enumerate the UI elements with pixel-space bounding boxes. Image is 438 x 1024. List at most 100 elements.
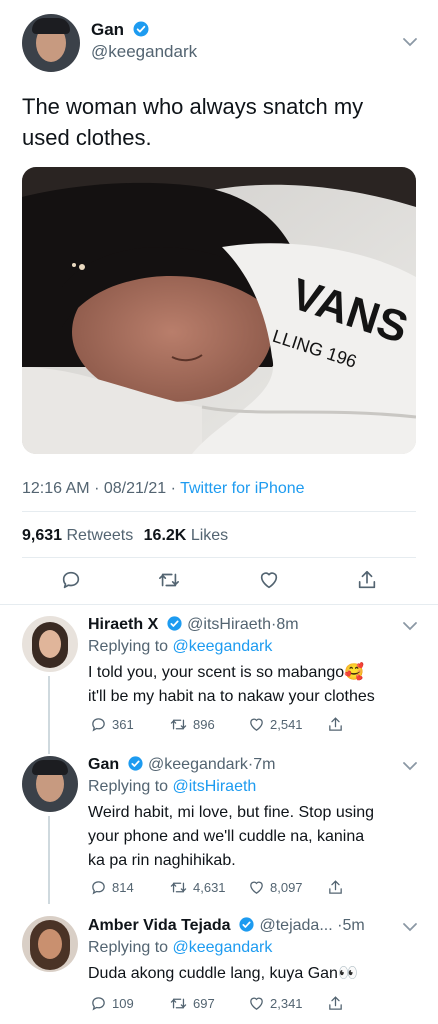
- heart-icon: [250, 718, 263, 731]
- reply-text-line: your phone and we'll cuddle na, kanina: [88, 828, 365, 845]
- verified-badge-icon: [239, 917, 254, 932]
- avatar-face: [38, 929, 62, 959]
- reply-text: I told you, your scent is so mabango🥰 it…: [88, 661, 418, 709]
- tweet-source[interactable]: Twitter for iPhone: [180, 480, 305, 497]
- share-button[interactable]: [327, 716, 357, 733]
- retweet-button[interactable]: 896: [169, 716, 248, 733]
- share-icon[interactable]: [356, 569, 378, 591]
- author-name[interactable]: Gan: [91, 20, 124, 39]
- retweet-icon[interactable]: [157, 569, 181, 591]
- like-count: 2,541: [270, 717, 303, 732]
- share-button[interactable]: [327, 995, 357, 1012]
- author-name-row: Gan: [91, 20, 150, 40]
- replying-to-handle[interactable]: @keegandark: [173, 638, 273, 655]
- like-count: 8,097: [270, 880, 303, 895]
- reply-author-name[interactable]: Gan: [88, 756, 119, 773]
- reply-text-line: I told you, your scent is so mabango🥰: [88, 664, 365, 681]
- reply-icon[interactable]: [60, 569, 82, 591]
- retweet-icon: [170, 882, 187, 893]
- reply-author-name[interactable]: Hiraeth X: [88, 616, 158, 633]
- reply-text-line: Weird habit, mi love, but fine. Stop usi…: [88, 804, 375, 821]
- meta-divider: [22, 511, 416, 512]
- reply-author-handle[interactable]: @keegandark: [148, 756, 248, 773]
- reply-action-bar: 361 896 2,541: [90, 716, 357, 733]
- chevron-down-icon[interactable]: [402, 761, 418, 771]
- replying-label: Replying to: [88, 778, 169, 795]
- reply-author-handle[interactable]: @itsHiraeth: [187, 616, 271, 633]
- reply-button[interactable]: 814: [90, 879, 169, 896]
- reply-header: Amber Vida Tejada @tejada... ·5m: [88, 916, 365, 935]
- replying-to-handle[interactable]: @keegandark: [173, 939, 273, 956]
- like-count: 2,341: [270, 996, 303, 1011]
- chevron-down-icon[interactable]: [402, 37, 418, 47]
- reply-author-name[interactable]: Amber Vida Tejada: [88, 917, 231, 934]
- like-button[interactable]: 2,341: [248, 995, 327, 1012]
- avatar-hair: [32, 18, 70, 34]
- reply-avatar[interactable]: [22, 616, 78, 672]
- replying-label: Replying to: [88, 939, 169, 956]
- reply-count: 109: [112, 996, 134, 1011]
- tweet-stats: 9,631 Retweets 16.2K Likes: [22, 527, 228, 545]
- author-avatar[interactable]: [22, 14, 80, 72]
- like-button[interactable]: 8,097: [248, 879, 327, 896]
- reply-icon: [92, 997, 105, 1011]
- retweet-button[interactable]: 4,631: [169, 879, 248, 896]
- verified-badge-icon: [133, 21, 149, 37]
- tweet-time: 12:16 AM: [22, 480, 90, 497]
- replying-to-handle[interactable]: @itsHiraeth: [173, 778, 257, 795]
- reply-header: Gan @keegandark·7m: [88, 755, 275, 774]
- reply-author-handle[interactable]: @tejada...: [259, 917, 332, 934]
- share-icon: [329, 880, 342, 894]
- tweet-bottom-divider: [0, 604, 438, 605]
- share-button[interactable]: [327, 879, 357, 896]
- retweet-icon: [170, 719, 187, 730]
- reply-action-bar: 109 697 2,341: [90, 995, 357, 1012]
- verified-badge-icon: [167, 616, 182, 631]
- replying-to: Replying to @itsHiraeth: [88, 778, 256, 796]
- heart-icon[interactable]: [258, 569, 280, 591]
- reply-header: Hiraeth X @itsHiraeth·8m: [88, 615, 299, 634]
- replying-to: Replying to @keegandark: [88, 939, 272, 957]
- retweets-count[interactable]: 9,631: [22, 527, 62, 544]
- replying-label: Replying to: [88, 638, 169, 655]
- reply-action-bar: 814 4,631 8,097: [90, 879, 357, 896]
- reply-icon: [92, 718, 105, 732]
- chevron-down-icon[interactable]: [402, 621, 418, 631]
- meta-dot: ·: [170, 480, 176, 497]
- avatar-hair: [32, 760, 68, 775]
- reply-text: Weird habit, mi love, but fine. Stop usi…: [88, 801, 418, 873]
- tweet-date: 08/21/21: [103, 480, 167, 497]
- retweets-label[interactable]: Retweets: [67, 527, 134, 544]
- meta-dot: ·: [94, 480, 100, 497]
- reply-button[interactable]: 361: [90, 716, 169, 733]
- thread-line: [48, 676, 50, 754]
- share-icon: [329, 996, 342, 1010]
- reply-count: 814: [112, 880, 134, 895]
- retweet-icon: [170, 998, 187, 1009]
- reply-text-line: it'll be my habit na to nakaw your cloth…: [88, 688, 375, 705]
- likes-count[interactable]: 16.2K: [144, 527, 187, 544]
- tweet-text: The woman who always snatch my used clot…: [22, 94, 364, 150]
- reply-time: 5m: [342, 917, 365, 934]
- reply-text-line: Duda akong cuddle lang, kuya Gan👀: [88, 965, 358, 982]
- reply-button[interactable]: 109: [90, 995, 169, 1012]
- like-button[interactable]: 2,541: [248, 716, 327, 733]
- reply-time: 8m: [276, 616, 299, 633]
- heart-icon: [250, 997, 263, 1010]
- tweet-photo[interactable]: VANS LLING 196: [22, 167, 416, 454]
- reply-avatar[interactable]: [22, 916, 78, 972]
- tweet-meta: 12:16 AM · 08/21/21 · Twitter for iPhone: [22, 480, 305, 498]
- verified-badge-icon: [127, 756, 143, 771]
- likes-label[interactable]: Likes: [191, 527, 228, 544]
- thread-line: [48, 816, 50, 904]
- replying-to: Replying to @keegandark: [88, 638, 272, 656]
- retweet-button[interactable]: 697: [169, 995, 248, 1012]
- retweet-count: 4,631: [193, 880, 226, 895]
- reply-avatar[interactable]: [22, 756, 78, 812]
- share-icon: [329, 717, 342, 731]
- author-handle[interactable]: @keegandark: [91, 42, 197, 62]
- photo-illustration: VANS LLING 196: [22, 167, 416, 454]
- reply-text: Duda akong cuddle lang, kuya Gan👀: [88, 962, 418, 986]
- reply-text-line: ka pa rin naghihikab.: [88, 852, 236, 869]
- chevron-down-icon[interactable]: [402, 922, 418, 932]
